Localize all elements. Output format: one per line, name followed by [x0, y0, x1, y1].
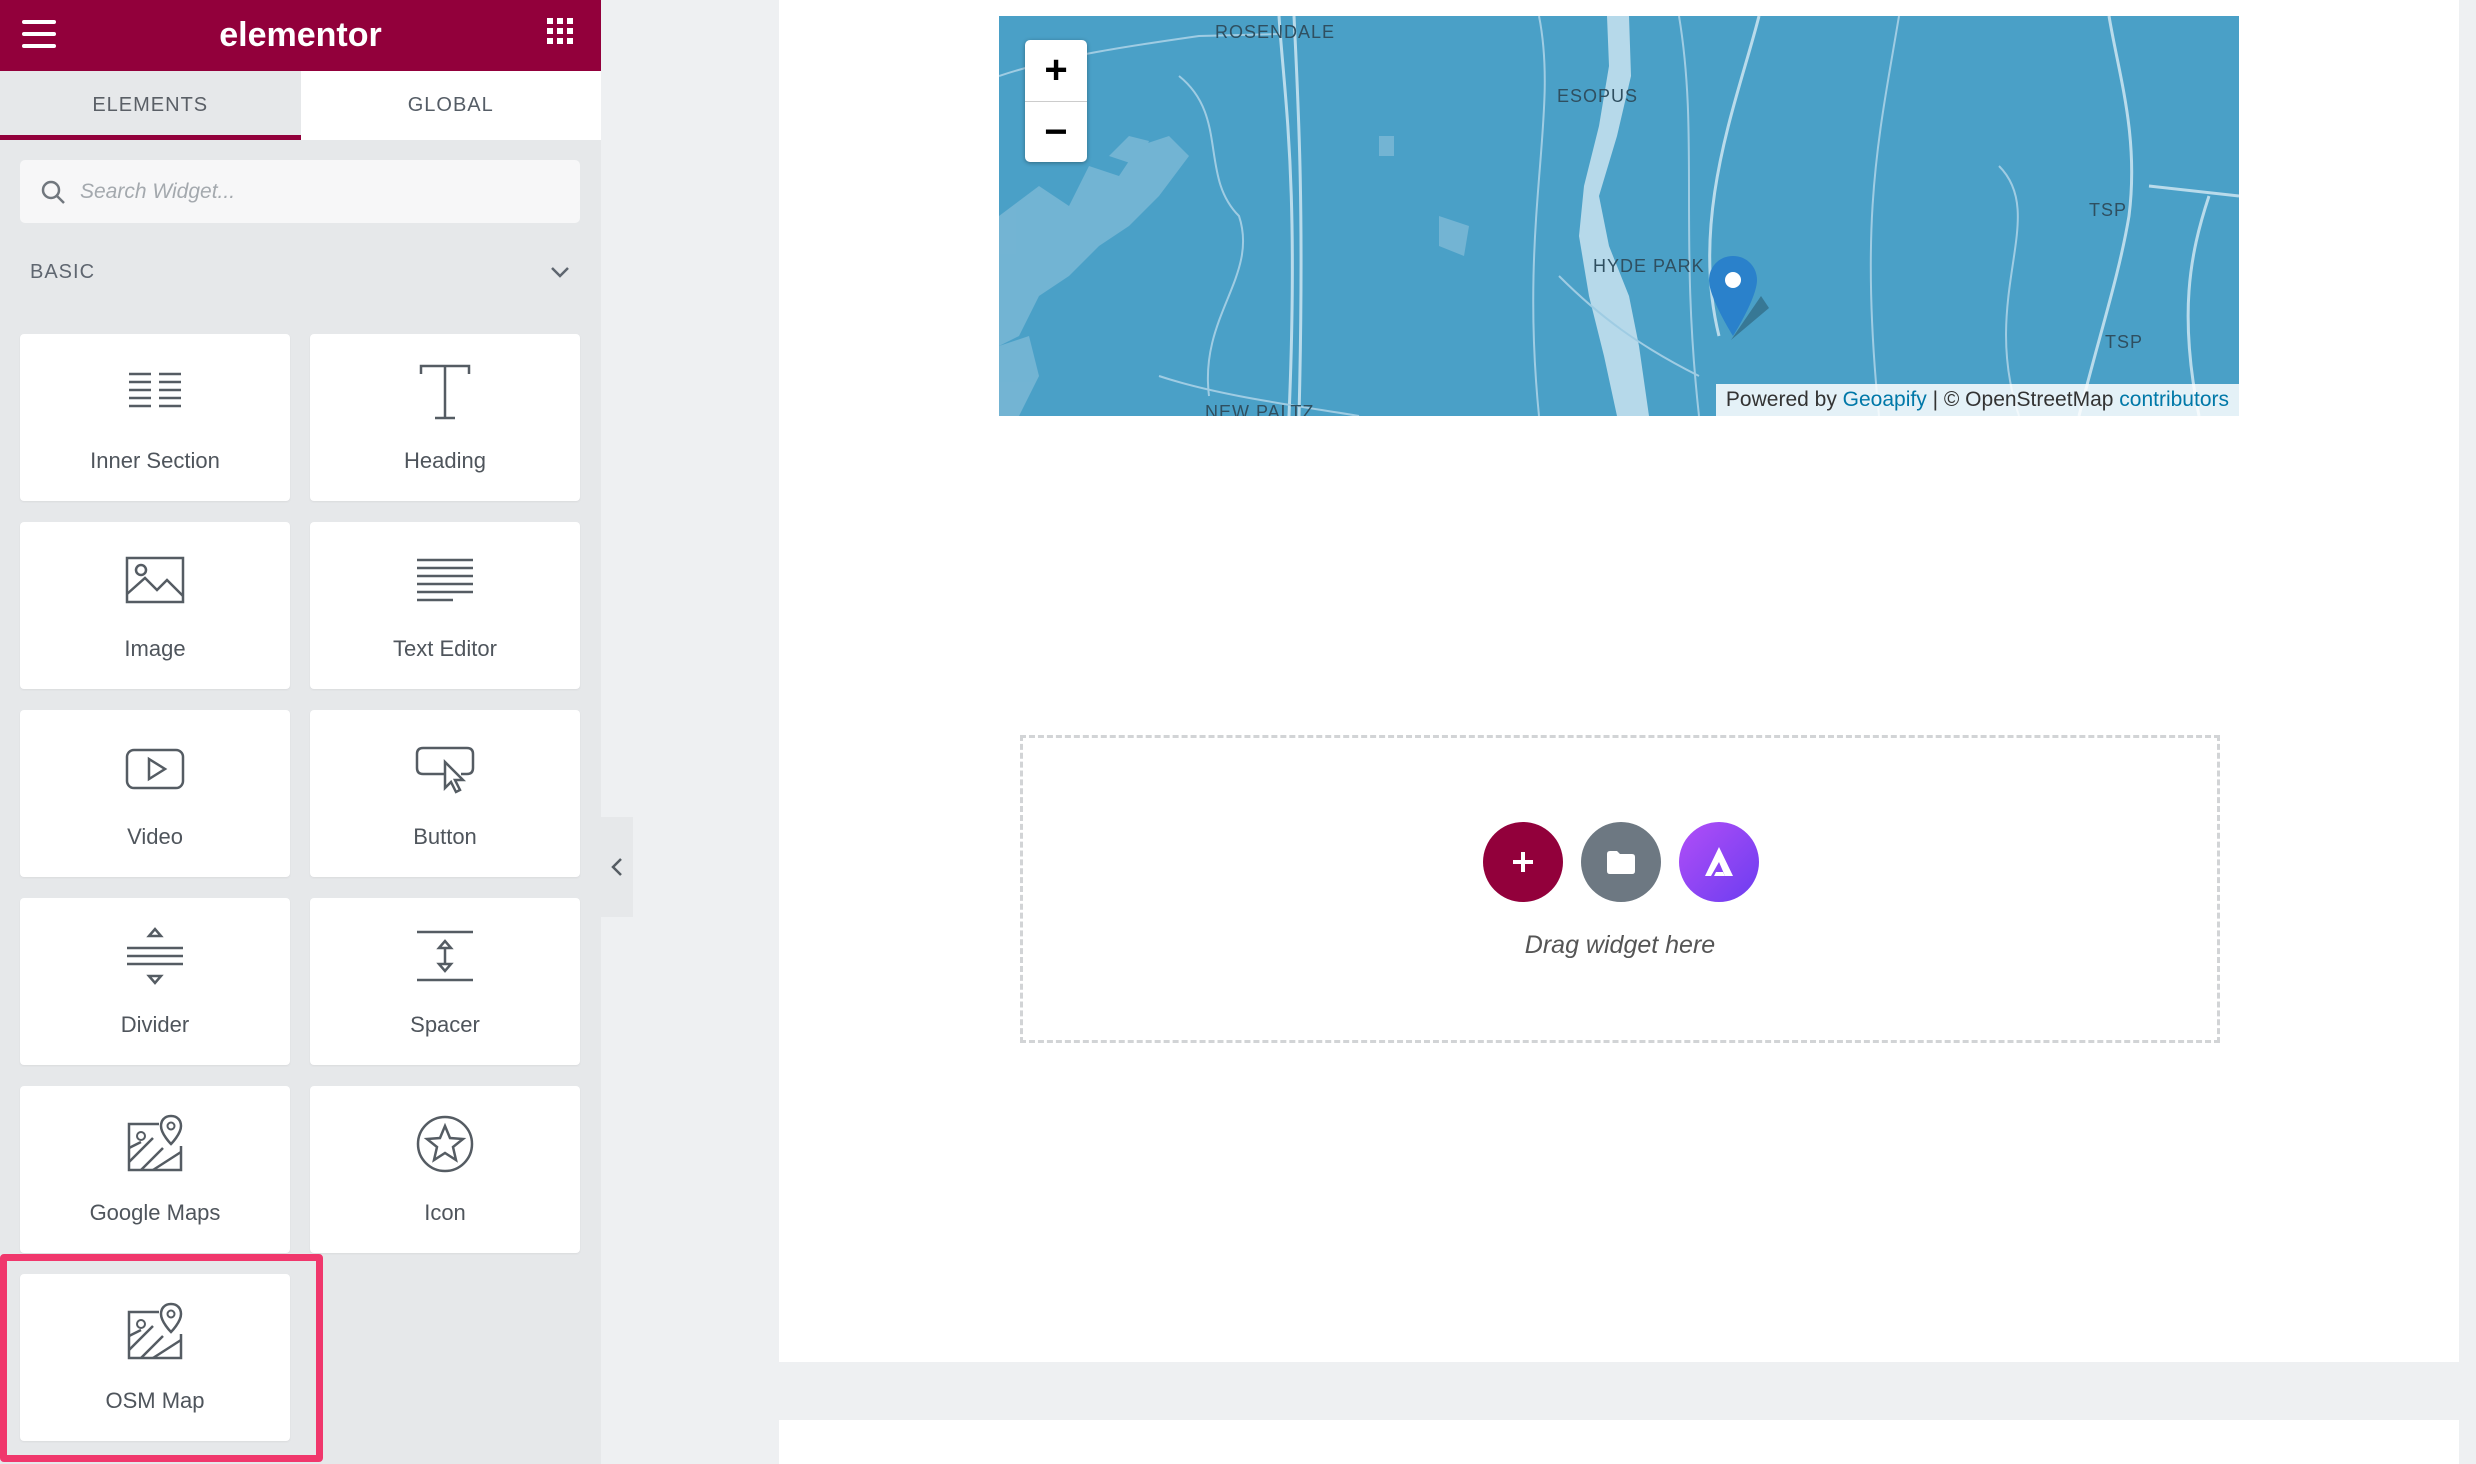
widget-image[interactable]: Image — [20, 522, 290, 689]
astra-templates-button[interactable] — [1679, 822, 1759, 902]
google-maps-icon — [127, 1114, 183, 1172]
widget-label: Icon — [424, 1200, 466, 1225]
map-terrain — [999, 16, 2239, 416]
osm-map-widget[interactable]: ROSENDALE ESOPUS HYDE PARK TSP TSP NEW P… — [999, 16, 2239, 416]
astra-logo-icon — [1705, 847, 1733, 876]
widget-label: Button — [413, 824, 477, 849]
map-marker-icon[interactable] — [1709, 256, 1769, 346]
widget-heading[interactable]: Heading — [310, 334, 580, 501]
drop-zone[interactable]: Drag widget here — [1020, 735, 2220, 1043]
spacer-icon — [417, 930, 473, 982]
map-label: TSP — [2089, 200, 2128, 220]
widget-label: Divider — [120, 1012, 190, 1037]
search-icon — [41, 180, 65, 204]
tab-elements[interactable]: ELEMENTS — [0, 71, 301, 140]
widget-divider[interactable]: Divider — [20, 898, 290, 1065]
search-widget-field — [20, 160, 580, 223]
widget-label: Image — [124, 636, 186, 661]
zoom-out-button[interactable]: − — [1025, 101, 1087, 162]
widget-icon[interactable]: Icon — [310, 1086, 580, 1253]
widget-text-editor[interactable]: Text Editor — [310, 522, 580, 689]
map-label: ROSENDALE — [1215, 22, 1336, 42]
category-basic-header[interactable]: BASIC — [30, 254, 570, 290]
add-template-button[interactable] — [1581, 822, 1661, 902]
tab-global[interactable]: GLOBAL — [301, 71, 602, 140]
panel-header: elementor — [0, 0, 601, 71]
widget-label: Video — [127, 824, 183, 849]
map-attribution: Powered by Geoapify | © OpenStreetMap co… — [1715, 384, 2239, 416]
widget-label: Heading — [404, 448, 486, 473]
zoom-in-button[interactable]: + — [1025, 40, 1087, 101]
map-label: HYDE PARK — [1593, 256, 1705, 276]
page-section-next — [779, 1420, 2459, 1464]
button-icon — [415, 746, 475, 794]
image-icon — [125, 556, 185, 604]
inner-section-icon — [129, 372, 181, 408]
menu-icon[interactable] — [22, 20, 56, 48]
map-zoom-control: + − — [1025, 40, 1087, 162]
elementor-panel: elementor ELEMENTS GLOBAL BASIC Inner Se… — [0, 0, 601, 1464]
widget-button[interactable]: Button — [310, 710, 580, 877]
category-label: BASIC — [30, 260, 96, 283]
panel-tabs: ELEMENTS GLOBAL — [0, 71, 601, 140]
widget-label: Inner Section — [90, 448, 220, 473]
widget-label: Spacer — [410, 1012, 480, 1037]
plus-icon — [1513, 852, 1533, 872]
highlight-frame — [0, 1254, 323, 1462]
star-icon — [416, 1115, 474, 1173]
widget-label: Google Maps — [89, 1200, 221, 1225]
widget-label: Text Editor — [393, 636, 497, 661]
search-input[interactable] — [80, 179, 560, 204]
widget-inner-section[interactable]: Inner Section — [20, 334, 290, 501]
heading-icon — [419, 364, 471, 420]
elementor-logo: elementor — [219, 16, 382, 54]
chevron-down-icon — [551, 267, 569, 278]
collapse-panel-button[interactable] — [601, 817, 633, 917]
add-section-button[interactable] — [1483, 822, 1563, 902]
map-label: NEW PALTZ — [1205, 402, 1315, 416]
osm-contributors-link[interactable]: contributors — [2119, 388, 2229, 412]
widget-video[interactable]: Video — [20, 710, 290, 877]
geoapify-link[interactable]: Geoapify — [1843, 388, 1927, 412]
widget-spacer[interactable]: Spacer — [310, 898, 580, 1065]
divider-icon — [127, 927, 183, 985]
text-editor-icon — [417, 558, 473, 602]
widgets-grid-icon[interactable] — [547, 18, 573, 44]
widget-google-maps[interactable]: Google Maps — [20, 1086, 290, 1253]
map-label: TSP — [2105, 332, 2144, 352]
map-label: ESOPUS — [1557, 86, 1639, 106]
folder-icon — [1607, 851, 1635, 874]
drag-widget-hint: Drag widget here — [1524, 931, 1716, 959]
video-icon — [125, 748, 185, 790]
chevron-left-icon — [611, 858, 622, 876]
